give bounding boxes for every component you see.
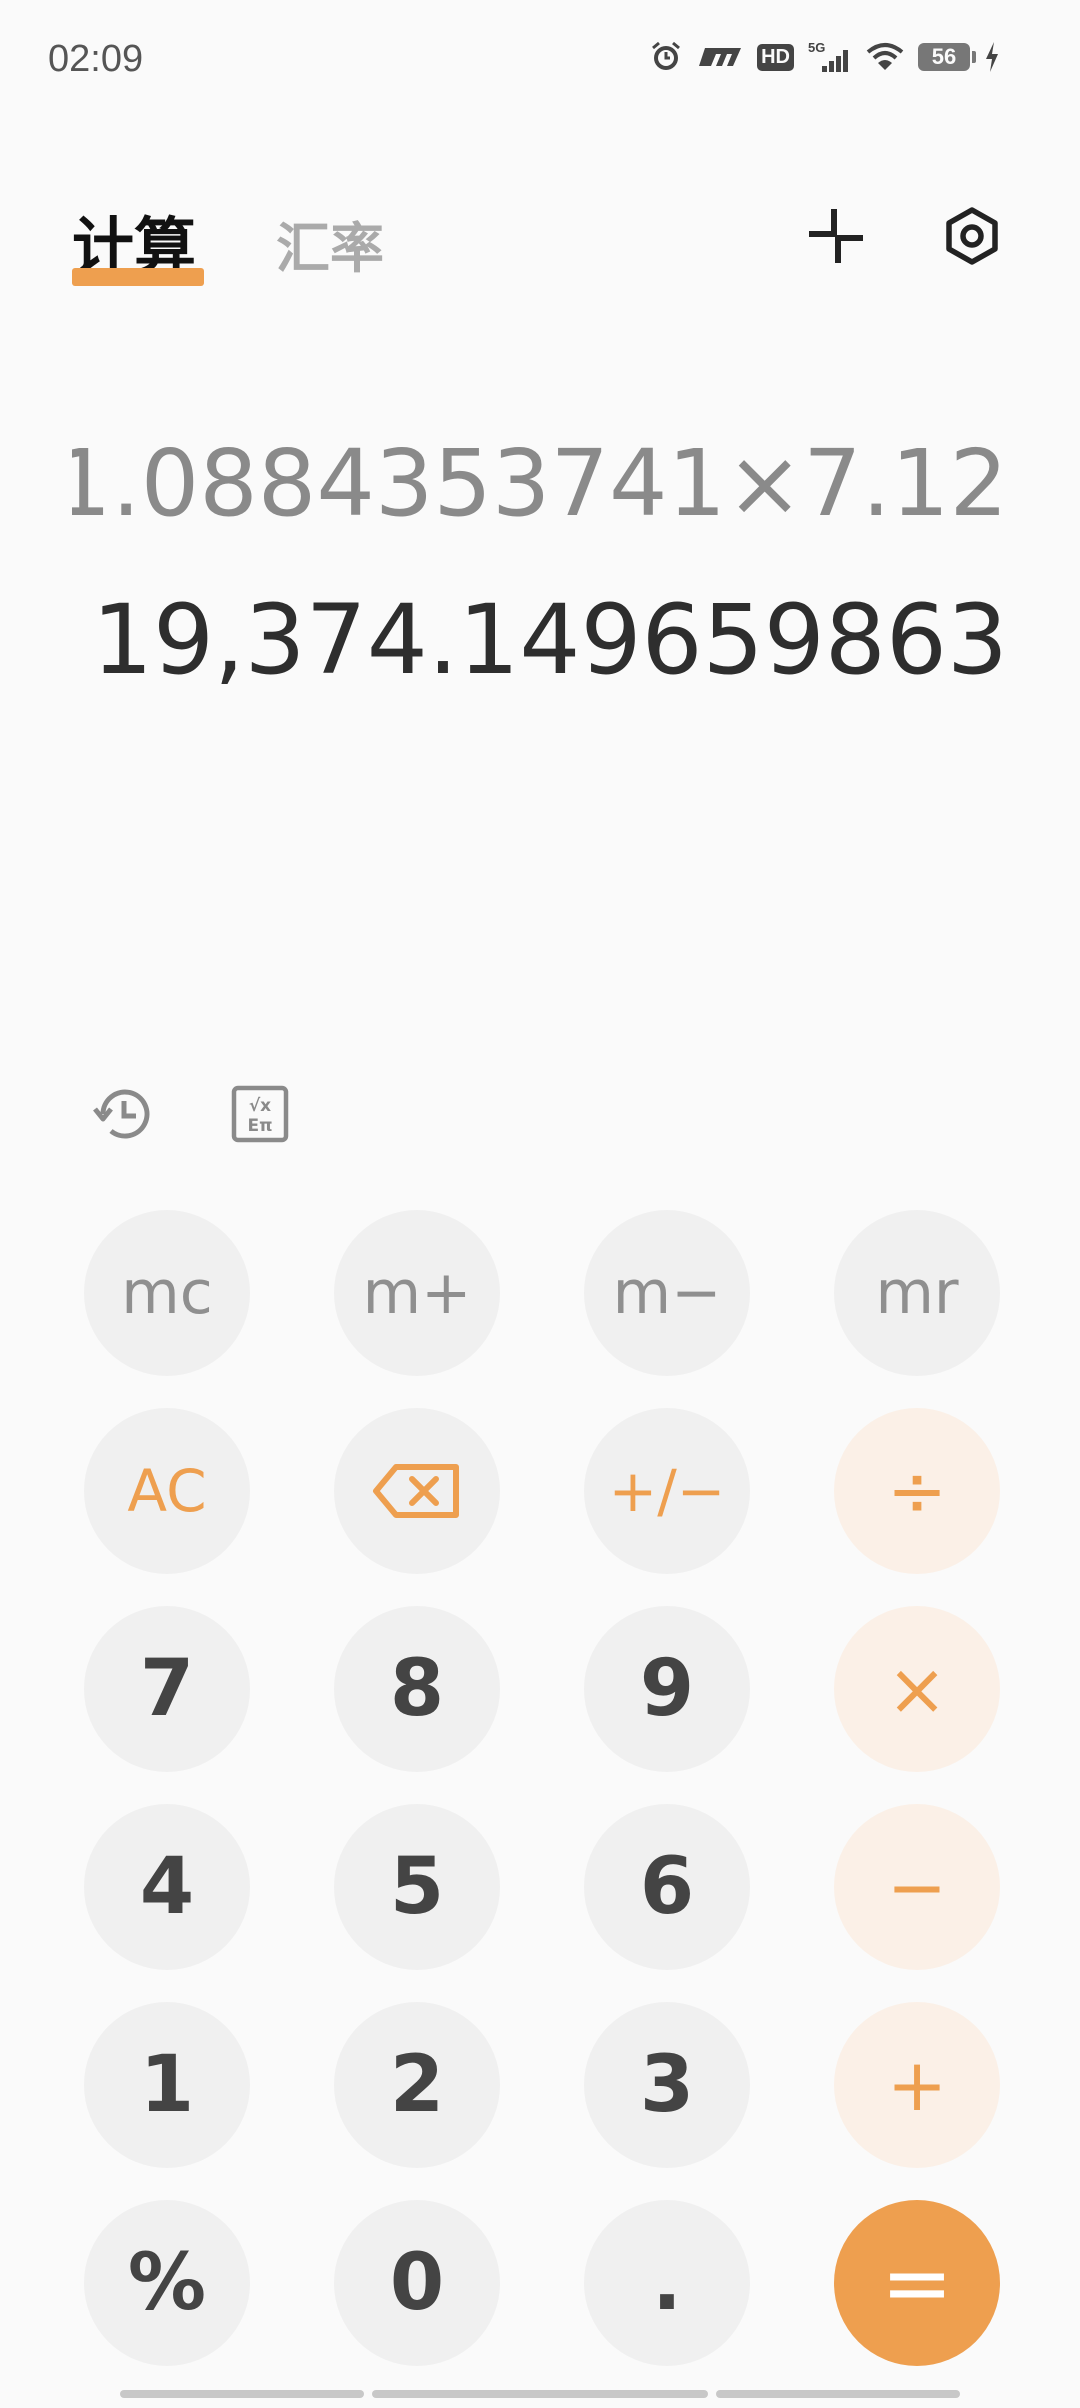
percent-button[interactable]: % <box>84 2200 250 2366</box>
scientific-icon: √x Eπ <box>231 1085 289 1143</box>
backspace-icon <box>373 1464 459 1518</box>
collapse-icon <box>809 209 863 263</box>
decimal-point-button[interactable]: . <box>584 2200 750 2366</box>
digit-0-button[interactable]: 0 <box>334 2200 500 2366</box>
memory-recall-button[interactable]: mr <box>834 1210 1000 1376</box>
backspace-button[interactable] <box>334 1408 500 1574</box>
status-time: 02:09 <box>48 38 144 80</box>
nav-bar-segment <box>716 2390 960 2398</box>
plus-minus-button[interactable]: +/− <box>584 1408 750 1574</box>
digit-5-button[interactable]: 5 <box>334 1804 500 1970</box>
digit-4-button[interactable]: 4 <box>84 1804 250 1970</box>
svg-text:5G: 5G <box>808 40 825 55</box>
multiply-button[interactable]: × <box>834 1606 1000 1772</box>
svg-text:√x: √x <box>249 1096 271 1116</box>
speed-icon <box>697 44 743 70</box>
memory-add-button[interactable]: m+ <box>334 1210 500 1376</box>
settings-button[interactable] <box>936 200 1008 272</box>
digit-6-button[interactable]: 6 <box>584 1804 750 1970</box>
status-bar: 02:09 HD 5G 56 <box>0 0 1080 130</box>
divide-button[interactable]: ÷ <box>834 1408 1000 1574</box>
status-icons: HD 5G 56 <box>649 40 1000 74</box>
settings-icon <box>946 207 998 265</box>
charging-icon <box>984 42 1000 72</box>
digit-9-button[interactable]: 9 <box>584 1606 750 1772</box>
memory-clear-button[interactable]: mc <box>84 1210 250 1376</box>
expression-display: 2,721.0884353741×7.12 <box>72 430 1008 540</box>
svg-text:Eπ: Eπ <box>247 1116 272 1136</box>
digit-7-button[interactable]: 7 <box>84 1606 250 1772</box>
digit-1-button[interactable]: 1 <box>84 2002 250 2168</box>
digit-2-button[interactable]: 2 <box>334 2002 500 2168</box>
subtract-button[interactable]: − <box>834 1804 1000 1970</box>
equals-button[interactable]: = <box>834 2200 1000 2366</box>
digit-8-button[interactable]: 8 <box>334 1606 500 1772</box>
tab-exchange-rate[interactable]: 汇率 <box>276 204 384 283</box>
battery-icon: 56 <box>918 43 976 71</box>
5g-signal-icon: 5G <box>808 40 852 74</box>
wifi-icon <box>866 42 904 72</box>
alarm-icon <box>649 40 683 74</box>
add-button[interactable]: + <box>834 2002 1000 2168</box>
hd-icon: HD <box>757 43 794 71</box>
active-tab-indicator <box>72 268 204 286</box>
history-button[interactable] <box>88 1078 160 1150</box>
collapse-button[interactable] <box>800 200 872 272</box>
history-icon <box>93 1089 150 1139</box>
scientific-mode-button[interactable]: √x Eπ <box>224 1078 296 1150</box>
all-clear-button[interactable]: AC <box>84 1408 250 1574</box>
memory-subtract-button[interactable]: m− <box>584 1210 750 1376</box>
nav-bar-segment <box>372 2390 708 2398</box>
nav-bar-segment <box>120 2390 364 2398</box>
expression-text: 2,721.0884353741×7.12 <box>72 430 1008 537</box>
result-display: 19,374.149659863 <box>91 584 1008 696</box>
digit-3-button[interactable]: 3 <box>584 2002 750 2168</box>
